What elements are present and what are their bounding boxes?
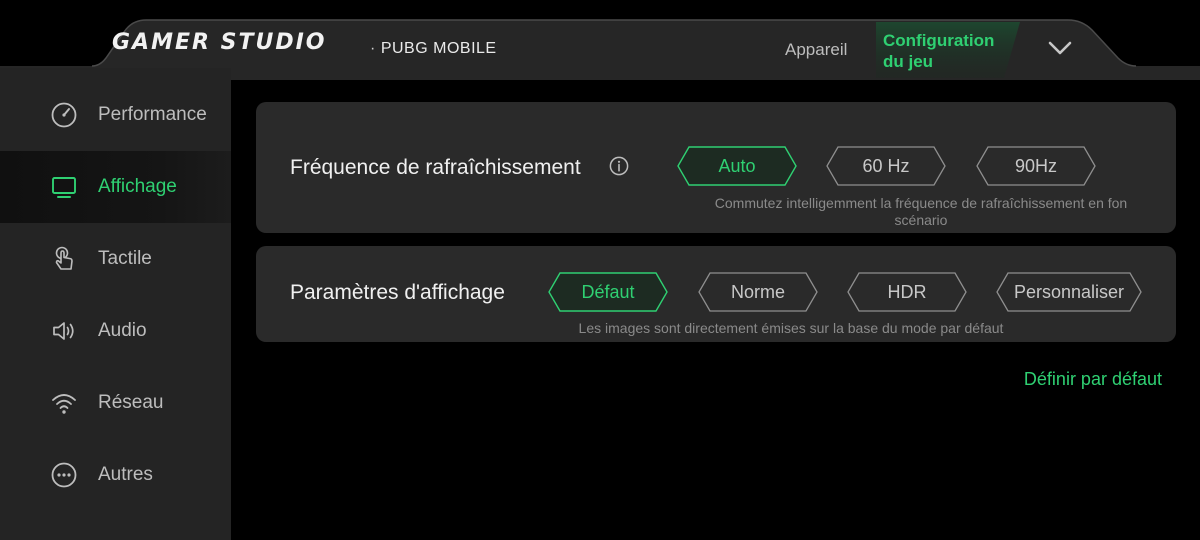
sidebar-item-affichage[interactable]: Affichage — [0, 151, 231, 223]
speedometer-icon — [50, 101, 78, 129]
option-label: Personnaliser — [1013, 281, 1125, 302]
display-settings-description: Les images sont directement émises sur l… — [578, 320, 1004, 336]
tab-label-line1: Configuration — [883, 31, 995, 50]
option-label: 90Hz — [1014, 155, 1058, 176]
sidebar: Performance Affichage Tactile Audio Rése… — [0, 68, 231, 540]
tab-appareil[interactable]: Appareil — [785, 40, 847, 60]
sidebar-item-autres[interactable]: Autres — [0, 439, 231, 511]
option-label: Auto — [718, 155, 756, 176]
game-name-text: PUBG MOBILE — [380, 40, 497, 57]
info-icon[interactable] — [609, 156, 629, 176]
refresh-rate-title: Fréquence de rafraîchissement — [290, 156, 581, 179]
display-settings-card: Paramètres d'affichage Défaut Norme HDR … — [256, 246, 1176, 342]
option-label: Défaut — [581, 281, 635, 302]
chevron-down-icon[interactable] — [1047, 38, 1073, 58]
display-settings-title: Paramètres d'affichage — [290, 281, 505, 304]
sidebar-item-label: Réseau — [98, 392, 164, 413]
refresh-option-90hz[interactable]: 90Hz — [976, 146, 1096, 186]
sidebar-item-reseau[interactable]: Réseau — [0, 367, 231, 439]
tab-configuration-du-jeu[interactable]: Configuration du jeu — [883, 30, 1008, 72]
display-option-defaut[interactable]: Défaut — [548, 272, 668, 312]
display-option-personnaliser[interactable]: Personnaliser — [996, 272, 1142, 312]
game-name: · PUBG MOBILE — [370, 40, 497, 57]
speaker-icon — [50, 317, 78, 345]
description-line1: Commutez intelligemment la fréquence de … — [714, 195, 1128, 211]
sidebar-item-label: Affichage — [98, 176, 177, 197]
monitor-icon — [50, 173, 78, 201]
refresh-option-auto[interactable]: Auto — [677, 146, 797, 186]
sidebar-item-label: Audio — [98, 320, 147, 341]
sidebar-item-label: Autres — [98, 464, 153, 485]
set-default-button[interactable]: Définir par défaut — [1024, 369, 1162, 390]
sidebar-item-performance[interactable]: Performance — [0, 79, 231, 151]
sidebar-item-tactile[interactable]: Tactile — [0, 223, 231, 295]
display-option-norme[interactable]: Norme — [698, 272, 818, 312]
description-line2: scénario — [894, 212, 948, 228]
wifi-icon — [50, 389, 78, 417]
option-label: 60 Hz — [862, 155, 910, 176]
sidebar-item-audio[interactable]: Audio — [0, 295, 231, 367]
refresh-rate-card: Fréquence de rafraîchissement Auto 60 Hz… — [256, 102, 1176, 233]
option-label: Norme — [730, 281, 785, 302]
display-option-hdr[interactable]: HDR — [847, 272, 967, 312]
option-label: HDR — [887, 281, 927, 302]
refresh-rate-description: Commutez intelligemment la fréquence de … — [686, 195, 1156, 229]
sidebar-item-label: Performance — [98, 104, 207, 125]
tab-label-line2: du jeu — [883, 52, 934, 71]
more-icon — [50, 461, 78, 489]
touch-icon — [50, 245, 78, 273]
app-logo: GAMER STUDIO — [112, 30, 327, 55]
refresh-option-60hz[interactable]: 60 Hz — [826, 146, 946, 186]
sidebar-item-label: Tactile — [98, 248, 152, 269]
